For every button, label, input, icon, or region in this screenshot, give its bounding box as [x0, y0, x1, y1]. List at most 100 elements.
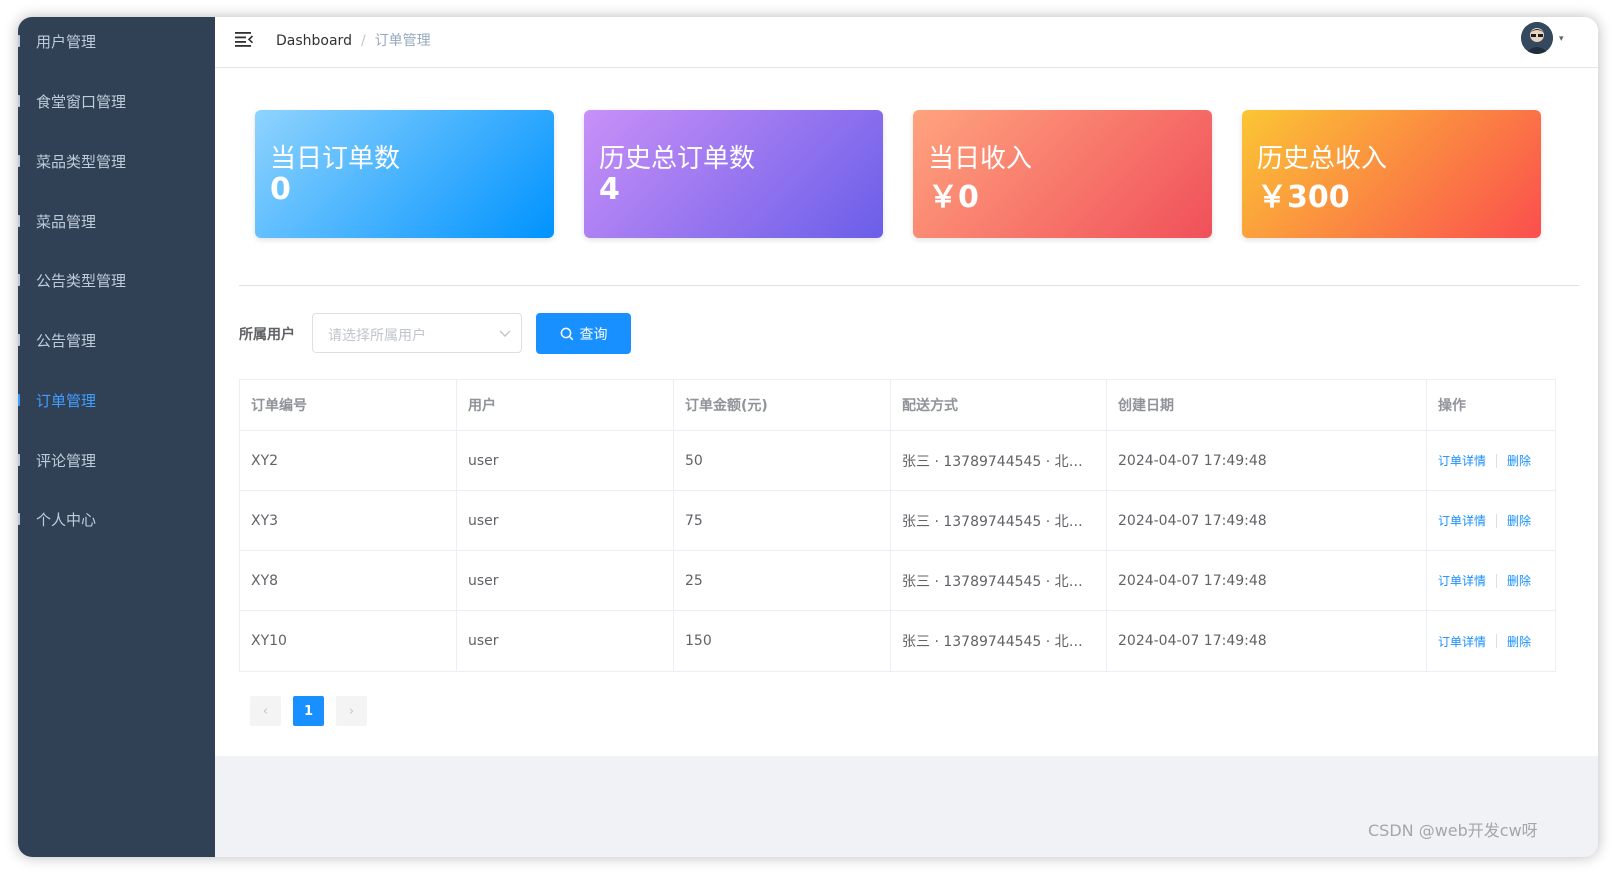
page-number-button[interactable]: 1: [293, 696, 324, 726]
table-row: XY3 user 75 张三 · 13789744545 · 北大… 2024-…: [240, 491, 1555, 551]
delivery-cell: 张三 · 13789744545 · 北大…: [891, 431, 1107, 490]
delete-link[interactable]: 删除: [1507, 633, 1531, 650]
actions-cell: 订单详情 删除: [1427, 611, 1555, 671]
breadcrumb-home[interactable]: Dashboard: [276, 33, 352, 49]
sidebar-item-comments[interactable]: 评论管理: [18, 440, 215, 480]
action-separator: [1496, 513, 1498, 528]
content-panel: 当日订单数 0 历史总订单数 4 当日收入 ￥0 历史总收入 ￥300 所属用户…: [215, 68, 1598, 756]
delivery-cell: 张三 · 13789744545 · 北大…: [891, 551, 1107, 610]
column-header: 订单编号: [240, 380, 457, 430]
query-button-label: 查询: [579, 326, 608, 343]
stat-card-total-income: 历史总收入 ￥300: [1242, 110, 1541, 238]
divider: [239, 285, 1579, 286]
sidebar-item-notice[interactable]: 公告管理: [18, 320, 215, 360]
delivery-cell: 张三 · 13789744545 · 北大…: [891, 611, 1107, 671]
date-cell: 2024-04-07 17:49:48: [1107, 551, 1427, 610]
sidebar-item-label: 食堂窗口管理: [36, 92, 127, 111]
table-row: XY2 user 50 张三 · 13789744545 · 北大… 2024-…: [240, 431, 1555, 491]
action-separator: [1496, 573, 1498, 588]
amount-cell: 25: [674, 551, 891, 610]
stat-card-total-orders: 历史总订单数 4: [584, 110, 883, 238]
column-header: 配送方式: [891, 380, 1107, 430]
next-page-button[interactable]: ›: [336, 696, 367, 726]
delivery-text: 张三 · 13789744545 · 北大…: [902, 513, 1096, 530]
card-value: ￥300: [1257, 180, 1350, 215]
menu-icon: [18, 95, 20, 107]
card-title: 历史总订单数: [599, 144, 756, 174]
table-row: XY8 user 25 张三 · 13789744545 · 北大… 2024-…: [240, 551, 1555, 611]
sidebar-item-label: 用户管理: [36, 32, 97, 51]
amount-cell: 50: [674, 431, 891, 490]
sidebar-item-label: 公告类型管理: [36, 271, 127, 290]
sidebar-item-dish[interactable]: 菜品管理: [18, 201, 215, 241]
app-window: 用户管理 食堂窗口管理 菜品类型管理 菜品管理 公告类型管理 公告管理 订单管理: [18, 17, 1598, 857]
actions-cell: 订单详情 删除: [1427, 431, 1555, 490]
caret-down-icon[interactable]: ▾: [1559, 34, 1564, 44]
sidebar-item-orders[interactable]: 订单管理: [18, 380, 215, 420]
date-cell: 2024-04-07 17:49:48: [1107, 611, 1427, 671]
card-value: ￥0: [928, 180, 979, 215]
query-button[interactable]: 查询: [536, 313, 631, 354]
user-select[interactable]: 请选择所属用户: [312, 313, 522, 353]
user-cell: user: [457, 551, 674, 610]
avatar[interactable]: [1521, 22, 1553, 54]
column-header: 用户: [457, 380, 674, 430]
sidebar-item-dish-type[interactable]: 菜品类型管理: [18, 141, 215, 181]
menu-icon: [18, 35, 20, 47]
order-id-cell: XY3: [240, 491, 457, 550]
delete-link[interactable]: 删除: [1507, 452, 1531, 469]
order-detail-link[interactable]: 订单详情: [1438, 512, 1486, 529]
watermark: CSDN @web开发cw呀: [1368, 821, 1538, 840]
sidebar-item-canteen-window[interactable]: 食堂窗口管理: [18, 81, 215, 121]
delete-link[interactable]: 删除: [1507, 512, 1531, 529]
stat-card-today-orders: 当日订单数 0: [255, 110, 554, 238]
hamburger-icon[interactable]: [235, 31, 253, 47]
delivery-text: 张三 · 13789744545 · 北大…: [902, 634, 1096, 650]
card-title: 当日订单数: [270, 144, 401, 174]
column-header: 操作: [1438, 398, 1466, 414]
delivery-cell: 张三 · 13789744545 · 北大…: [891, 491, 1107, 550]
user-cell: user: [457, 611, 674, 671]
breadcrumb-current: 订单管理: [374, 33, 431, 49]
menu-icon: [18, 274, 20, 286]
delivery-text: 张三 · 13789744545 · 北大…: [902, 453, 1096, 470]
sidebar-item-users[interactable]: 用户管理: [18, 21, 215, 61]
chevron-down-icon: [499, 330, 511, 337]
card-title: 历史总收入: [1257, 144, 1388, 174]
pagination: ‹ 1 ›: [250, 696, 379, 726]
column-header: 订单金额(元): [674, 380, 891, 430]
user-cell: user: [457, 431, 674, 490]
sidebar-item-profile[interactable]: 个人中心: [18, 499, 215, 539]
menu-icon: [18, 155, 20, 167]
menu-icon: [18, 215, 20, 227]
main-area: Dashboard / 订单管理 ▾ 当日订单数 0 历史总订单数 4 当日收入…: [215, 17, 1598, 857]
sidebar-item-notice-type[interactable]: 公告类型管理: [18, 260, 215, 300]
order-detail-link[interactable]: 订单详情: [1438, 633, 1486, 650]
amount-cell: 75: [674, 491, 891, 550]
user-cell: user: [457, 491, 674, 550]
date-cell: 2024-04-07 17:49:48: [1107, 431, 1427, 490]
order-id-cell: XY2: [240, 431, 457, 490]
sidebar-item-label: 公告管理: [36, 331, 97, 350]
sidebar-item-label: 订单管理: [36, 391, 97, 410]
action-separator: [1496, 453, 1498, 468]
user-avatar-icon: [1521, 22, 1553, 54]
sidebar-item-label: 评论管理: [36, 451, 97, 470]
menu-icon: [18, 513, 20, 525]
prev-page-button[interactable]: ‹: [250, 696, 281, 726]
column-header: 创建日期: [1107, 380, 1427, 430]
order-detail-link[interactable]: 订单详情: [1438, 452, 1486, 469]
stat-card-today-income: 当日收入 ￥0: [913, 110, 1212, 238]
order-id-cell: XY8: [240, 551, 457, 610]
delete-link[interactable]: 删除: [1507, 572, 1531, 589]
menu-icon: [18, 454, 20, 466]
breadcrumb-separator: /: [360, 33, 366, 49]
order-detail-link[interactable]: 订单详情: [1438, 572, 1486, 589]
delivery-text: 张三 · 13789744545 · 北大…: [902, 573, 1096, 590]
sidebar-item-label: 菜品管理: [36, 212, 97, 231]
date-cell: 2024-04-07 17:49:48: [1107, 491, 1427, 550]
table-header: 订单编号 用户 订单金额(元) 配送方式 创建日期 操作: [240, 380, 1555, 431]
order-id-cell: XY10: [240, 611, 457, 671]
actions-cell: 订单详情 删除: [1427, 491, 1555, 550]
breadcrumb: Dashboard / 订单管理: [276, 30, 431, 50]
